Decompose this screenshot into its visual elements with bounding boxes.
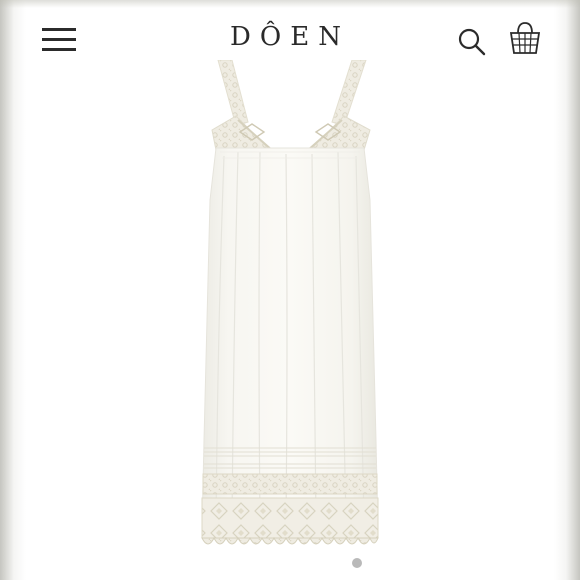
cart-button[interactable] <box>508 20 542 56</box>
shopping-basket-icon <box>509 22 541 54</box>
search-icon <box>458 28 486 56</box>
product-page: DÔEN <box>0 0 580 580</box>
brand-logo[interactable]: DÔEN <box>200 22 380 52</box>
image-carousel-dots <box>350 558 364 568</box>
search-button[interactable] <box>456 26 488 58</box>
carousel-dot-active[interactable] <box>352 558 362 568</box>
menu-button[interactable] <box>40 26 78 54</box>
product-image[interactable] <box>120 60 460 580</box>
